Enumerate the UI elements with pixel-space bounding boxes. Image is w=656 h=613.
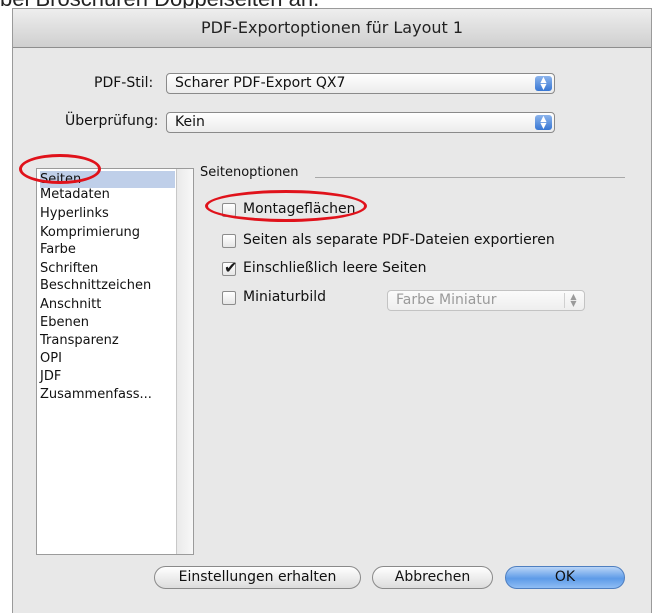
pdf-style-select[interactable]: Scharer PDF-Export QX7 ▲ ▼ [166, 73, 555, 94]
separate-pdf-label: Seiten als separate PDF-Dateien exportie… [243, 232, 555, 248]
keep-settings-button[interactable]: Einstellungen erhalten [154, 566, 361, 589]
select-arrows-icon: ▲ ▼ [564, 293, 582, 308]
empty-pages-label: Einschließlich leere Seiten [243, 260, 427, 276]
verification-label: Überprüfung: [65, 113, 159, 129]
sidebar-item-metadaten[interactable]: Metadaten [40, 186, 175, 203]
sidebar-item-schriften[interactable]: Schriften [40, 260, 175, 277]
empty-pages-checkbox[interactable]: ✔ [222, 258, 237, 277]
cancel-button[interactable]: Abbrechen [372, 566, 493, 589]
sidebar-item-komprimierung[interactable]: Komprimierung [40, 224, 175, 241]
pdf-style-label: PDF-Stil: [94, 75, 154, 91]
sidebar-item-ebenen[interactable]: Ebenen [40, 314, 175, 331]
dialog-title: PDF-Exportoptionen für Layout 1 [13, 9, 651, 48]
sidebar-item-jdf[interactable]: JDF [40, 368, 175, 385]
separate-pdf-checkbox[interactable] [222, 234, 236, 248]
group-divider [315, 177, 625, 178]
thumbnail-checkbox[interactable] [222, 291, 236, 305]
pdf-style-value: Scharer PDF-Export QX7 [175, 75, 346, 91]
pdf-export-dialog: PDF-Exportoptionen für Layout 1 PDF-Stil… [12, 8, 652, 613]
checkmark-icon: ✔ [224, 258, 238, 277]
sidebar-item-beschnittzeichen[interactable]: Beschnittzeichen [40, 277, 175, 294]
select-arrows-icon: ▲ ▼ [535, 76, 552, 91]
sidebar-item-farbe[interactable]: Farbe [40, 241, 175, 258]
select-arrows-icon: ▲ ▼ [535, 115, 552, 130]
sidebar-item-hyperlinks[interactable]: Hyperlinks [40, 205, 175, 222]
sidebar-item-zusammenfassung[interactable]: Zusammenfass... [40, 386, 175, 403]
sidebar-item-anschnitt[interactable]: Anschnitt [40, 296, 175, 313]
thumbnail-color-select[interactable]: Farbe Miniatur ▲ ▼ [387, 290, 585, 311]
thumbnail-color-value: Farbe Miniatur [396, 292, 497, 308]
ok-button[interactable]: OK [505, 566, 625, 589]
page-options-title: Seitenoptionen [200, 165, 299, 180]
thumbnail-label: Miniaturbild [243, 289, 326, 305]
category-list[interactable]: Seiten Metadaten Hyperlinks Komprimierun… [36, 168, 194, 555]
verification-select[interactable]: Kein ▲ ▼ [166, 112, 555, 133]
verification-value: Kein [175, 114, 205, 130]
sidebar-item-transparenz[interactable]: Transparenz [40, 332, 175, 349]
sidebar-item-opi[interactable]: OPI [40, 350, 175, 367]
annotation-circle-montageflaechen [205, 190, 367, 222]
annotation-circle-seiten [19, 154, 101, 184]
list-scrollbar[interactable] [176, 169, 193, 554]
